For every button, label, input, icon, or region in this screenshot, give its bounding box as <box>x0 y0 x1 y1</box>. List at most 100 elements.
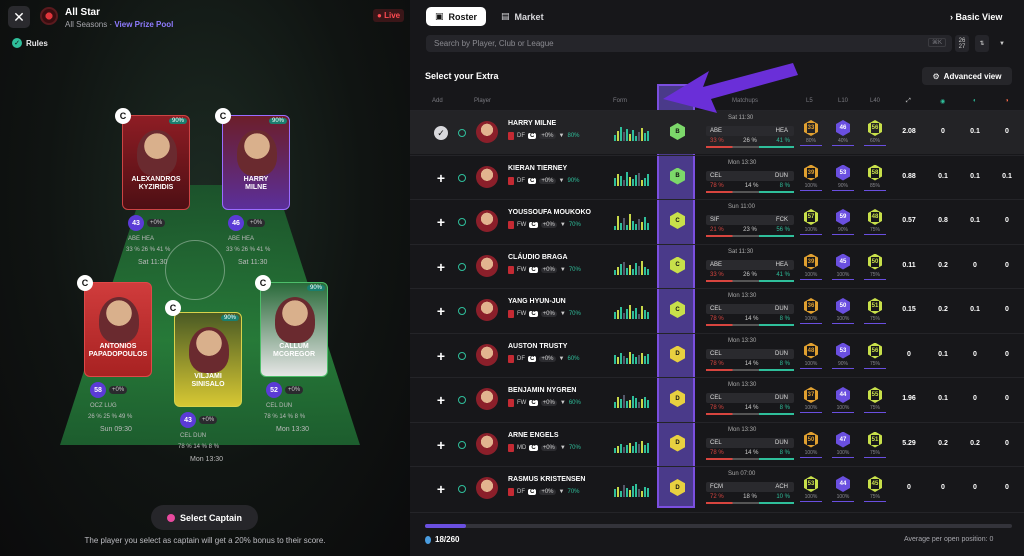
player-name[interactable]: YOUSSOUFA MOUKOKO <box>508 209 591 216</box>
tab-market[interactable]: ▤ Market <box>492 7 553 26</box>
col-l40[interactable]: L40 <box>870 98 880 104</box>
add-player-button[interactable]: + <box>434 392 448 408</box>
player-name[interactable]: ARNE ENGELS <box>508 432 559 439</box>
selected-check-button[interactable]: ✓ <box>434 126 448 140</box>
ps-grade-badge: D <box>670 434 685 452</box>
player-card[interactable]: 90% ALEXANDROS KYZIRIDIS <box>122 115 190 210</box>
player-card[interactable]: ANTONIOS PAPADOPOULOS <box>84 282 152 377</box>
card-matchup: CEL DUN <box>266 403 293 409</box>
rules-link[interactable]: ✓ Rules <box>12 38 48 48</box>
player-name[interactable]: YANG HYUN-JUN <box>508 298 566 305</box>
ps-grade-badge: B <box>670 123 685 140</box>
add-player-button[interactable]: + <box>434 214 448 230</box>
player-card-name: CALLUM MCGREGOR <box>273 343 315 358</box>
table-row[interactable]: + RASMUS KRISTENSEN DF C +0% ▼ 70% D Sun 07:00 FC… <box>410 466 1024 510</box>
season-filter-button[interactable]: 26 27 <box>955 35 969 52</box>
l40-percent: 75% <box>869 271 880 278</box>
shirt-icon <box>508 443 514 452</box>
player-name[interactable]: KIERAN TIERNEY <box>508 165 567 172</box>
form-bar <box>638 402 640 408</box>
form-bar <box>626 488 628 497</box>
decisive-score-badge: 90% <box>220 315 239 321</box>
sort-button[interactable]: ⇅ <box>975 35 989 52</box>
roster-progress-fill <box>425 524 467 528</box>
player-name[interactable]: BENJAMIN NYGREN <box>508 387 576 394</box>
matchup-teams: CEL DUN <box>706 348 794 359</box>
footer: 18/260 Average per open position: 0 <box>410 512 1024 556</box>
player-name[interactable]: CLÁUDIO BRAGA <box>508 254 568 261</box>
captain-badge-icon[interactable]: C <box>77 275 93 291</box>
player-avatar <box>476 432 498 455</box>
trend-icon: ▼ <box>559 311 566 317</box>
table-row[interactable]: + BENJAMIN NYGREN FW C +0% ▼ 60% D Mon 13:30 CEL D… <box>410 377 1024 421</box>
l40-bar <box>864 323 886 324</box>
close-button[interactable]: ✕ <box>8 6 30 28</box>
captain-badge-icon[interactable]: C <box>215 108 231 124</box>
assist-icon[interactable]: ◐ <box>973 98 977 104</box>
odds-bar <box>706 190 794 193</box>
card-icon[interactable]: ◑ <box>1005 98 1009 104</box>
player-avatar <box>476 210 498 232</box>
add-player-button[interactable]: + <box>434 481 448 497</box>
player-percent: 90% <box>567 177 580 184</box>
player-name[interactable]: AUSTON TRUSTY <box>508 343 567 350</box>
table-row[interactable]: + YANG HYUN-JUN FW C +0% ▼ 70% C Mon 13:30 CEL DUN… <box>410 288 1024 332</box>
l10-score-badge: 47 <box>836 431 850 448</box>
matchup-teams: CEL DUN <box>706 304 794 314</box>
add-player-button[interactable]: + <box>434 170 448 186</box>
card-odds: 33 % 26 % 41 % <box>226 247 271 253</box>
basic-view-button[interactable]: › Basic View <box>950 12 1002 22</box>
table-row[interactable]: ✓ HARRY MILNE DF C +0% ▼ 80% B Sat 11:30 ABE HEA 33… <box>410 110 1024 154</box>
shirt-icon <box>508 488 514 496</box>
table-row[interactable]: + CLÁUDIO BRAGA FW C +0% ▼ 70% C Sat 11:30 ABE HEA… <box>410 243 1024 288</box>
table-row[interactable]: + KIERAN TIERNEY DF C +0% ▼ 90% B Mon 13:30 CEL DU… <box>410 154 1024 199</box>
card-matchup: ABE HEA <box>128 236 155 242</box>
captain-badge-icon[interactable]: C <box>165 300 181 316</box>
club-pin-icon <box>458 173 466 182</box>
col-matchups[interactable]: Matchups <box>732 98 758 104</box>
captain-badge-icon[interactable]: C <box>255 275 271 291</box>
captain-badge-icon[interactable]: C <box>115 108 131 124</box>
form-bar <box>638 443 640 453</box>
player-photo <box>275 297 315 343</box>
odds-bar <box>706 279 794 282</box>
col-l10[interactable]: L10 <box>838 98 848 104</box>
form-bar <box>617 216 619 230</box>
l5-score-badge: 39 <box>804 253 818 270</box>
shirt-icon <box>508 176 514 185</box>
player-name[interactable]: HARRY MILNE <box>508 120 556 127</box>
player-card[interactable]: 90% CALLUM MCGREGOR <box>260 282 328 377</box>
view-prize-pool-link[interactable]: View Prize Pool <box>114 20 173 29</box>
roster-pane: ▣ Roster ▤ Market › Basic View Search by P… <box>410 0 1024 556</box>
advanced-view-label: Advanced view <box>943 71 1002 81</box>
matchup-odds: 78 % 14 % 8 % <box>706 183 794 191</box>
tab-roster[interactable]: ▣ Roster <box>426 7 487 26</box>
player-card[interactable]: 90% HARRY MILNE <box>222 115 290 210</box>
search-input[interactable]: Search by Player, Club or League ⌘K <box>426 35 952 52</box>
form-bar <box>617 397 619 408</box>
col-l5[interactable]: L5 <box>806 98 813 104</box>
add-player-button[interactable]: + <box>434 303 448 319</box>
form-bar <box>644 487 646 497</box>
add-player-button[interactable]: + <box>434 259 448 275</box>
advanced-view-button[interactable]: ⚙ Advanced view <box>922 67 1012 85</box>
player-name[interactable]: RASMUS KRISTENSEN <box>508 476 585 483</box>
add-player-button[interactable]: + <box>434 437 448 453</box>
expand-icon[interactable]: ⤢ <box>906 98 911 105</box>
col-player[interactable]: Player <box>474 98 491 104</box>
filter-button[interactable]: ▼ <box>995 35 1009 52</box>
ball-icon[interactable]: ◉ <box>940 98 945 105</box>
stat-value: 0 <box>1005 395 1009 402</box>
select-captain-button[interactable]: Select Captain <box>151 505 258 530</box>
player-card[interactable]: 90% VILJAMI SINISALO <box>174 312 242 407</box>
table-row[interactable]: + AUSTON TRUSTY DF C +0% ▼ 60% D Mon 13:30 CEL DUN… <box>410 332 1024 377</box>
table-header: Add Player Form PS Matchups L5 L10 L40 ⤢… <box>410 95 1024 109</box>
matchup-teams: ABE HEA <box>706 126 794 136</box>
stat-value: 0.15 <box>902 306 916 313</box>
add-player-button[interactable]: + <box>434 348 448 364</box>
table-row[interactable]: + YOUSSOUFA MOUKOKO FW C +0% ▼ 70% C Sun 11:00 SI… <box>410 199 1024 243</box>
col-form[interactable]: Form <box>613 98 627 104</box>
form-bar <box>644 177 646 186</box>
table-row[interactable]: + ARNE ENGELS MD C +0% ▼ 70% D Mon 13:30 CEL DUN 78… <box>410 421 1024 466</box>
trend-icon: ▼ <box>559 266 566 273</box>
